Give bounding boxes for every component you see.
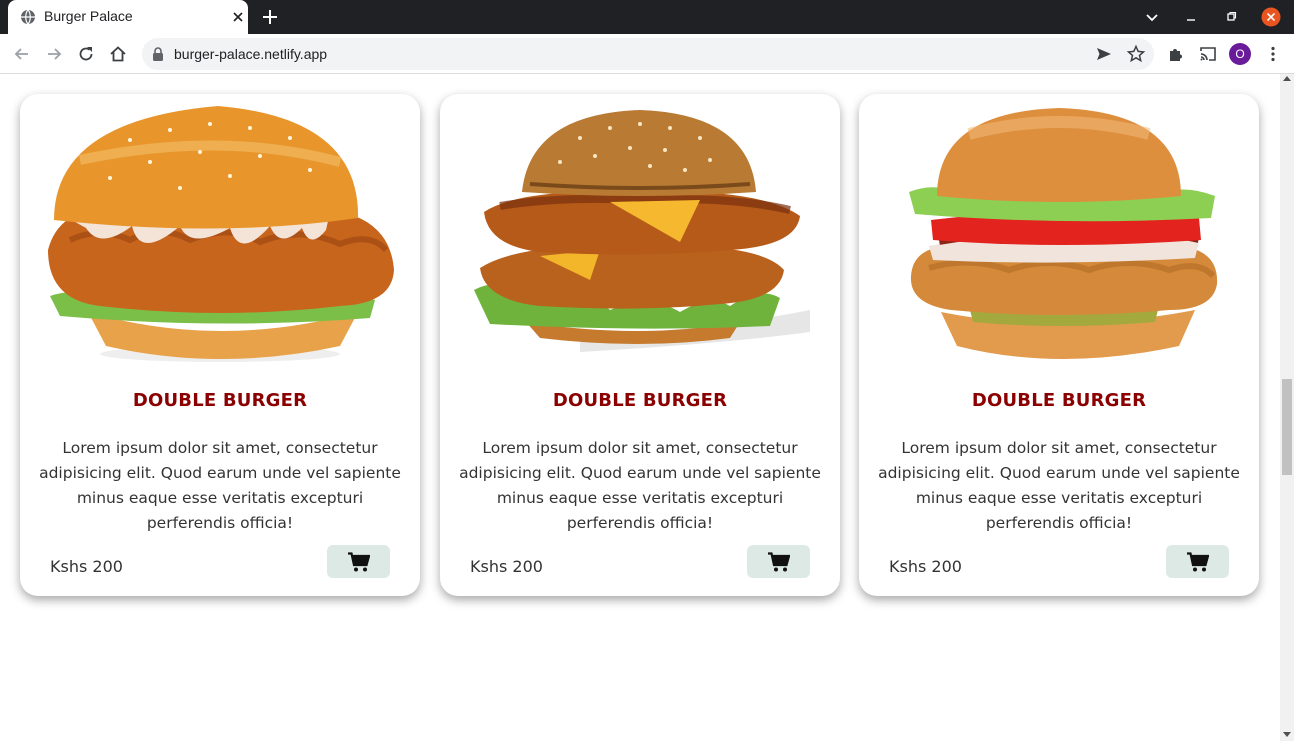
url-text[interactable]: burger-palace.netlify.app — [174, 46, 327, 62]
home-icon[interactable] — [108, 44, 128, 64]
lock-icon — [153, 47, 163, 61]
cart-icon — [347, 551, 370, 571]
cart-icon — [767, 551, 790, 571]
product-description: Lorem ipsum dolor sit amet, consectetur … — [878, 439, 1240, 532]
globe-icon — [21, 9, 35, 25]
reload-icon[interactable] — [76, 44, 96, 64]
scroll-down-icon[interactable] — [1283, 732, 1291, 737]
page-scrollbar[interactable] — [1280, 74, 1294, 741]
browser-tab-bar: Burger Palace — [0, 0, 1294, 34]
cast-icon[interactable] — [1198, 44, 1218, 64]
cart-icon — [1186, 551, 1209, 571]
forward-icon[interactable] — [44, 44, 64, 64]
product-title: DOUBLE BURGER — [971, 390, 1147, 411]
close-tab-icon[interactable] — [230, 9, 246, 25]
product-title: DOUBLE BURGER — [552, 390, 728, 411]
product-card: DOUBLE BURGER Lorem ipsum dolor sit amet… — [20, 94, 420, 596]
tab-search-icon[interactable] — [1143, 8, 1161, 26]
product-price: Kshs 200 — [470, 557, 543, 576]
menu-dots-icon[interactable] — [1263, 44, 1283, 64]
product-description: Lorem ipsum dolor sit amet, consectetur … — [459, 439, 821, 532]
send-tab-icon[interactable] — [1094, 44, 1114, 64]
address-bar[interactable]: burger-palace.netlify.app — [142, 38, 1154, 70]
bookmark-star-icon[interactable] — [1126, 44, 1146, 64]
profile-avatar[interactable]: O — [1229, 43, 1251, 65]
extensions-icon[interactable] — [1166, 44, 1186, 64]
scrollbar-thumb[interactable] — [1282, 379, 1292, 475]
product-card: DOUBLE BURGER Lorem ipsum dolor sit amet… — [440, 94, 840, 596]
burger-image — [909, 108, 1218, 359]
restore-icon[interactable] — [1222, 8, 1240, 26]
browser-tab[interactable]: Burger Palace — [8, 0, 248, 34]
product-card: DOUBLE BURGER Lorem ipsum dolor sit amet… — [859, 94, 1259, 596]
product-price: Kshs 200 — [889, 557, 962, 576]
back-icon[interactable] — [12, 44, 32, 64]
minimize-icon[interactable] — [1182, 8, 1200, 26]
burger-image — [48, 106, 394, 362]
add-to-cart-button[interactable] — [747, 545, 810, 578]
add-to-cart-button[interactable] — [1166, 545, 1229, 578]
browser-toolbar: burger-palace.netlify.app O — [0, 34, 1294, 74]
close-window-icon[interactable] — [1261, 7, 1281, 27]
product-description: Lorem ipsum dolor sit amet, consectetur … — [39, 439, 401, 532]
tab-title: Burger Palace — [44, 8, 133, 24]
new-tab-icon[interactable] — [260, 7, 280, 27]
product-title: DOUBLE BURGER — [132, 390, 308, 411]
add-to-cart-button[interactable] — [327, 545, 390, 578]
page-viewport: DOUBLE BURGER Lorem ipsum dolor sit amet… — [0, 74, 1280, 741]
scroll-up-icon[interactable] — [1283, 76, 1291, 81]
burger-image — [474, 110, 810, 352]
product-price: Kshs 200 — [50, 557, 123, 576]
